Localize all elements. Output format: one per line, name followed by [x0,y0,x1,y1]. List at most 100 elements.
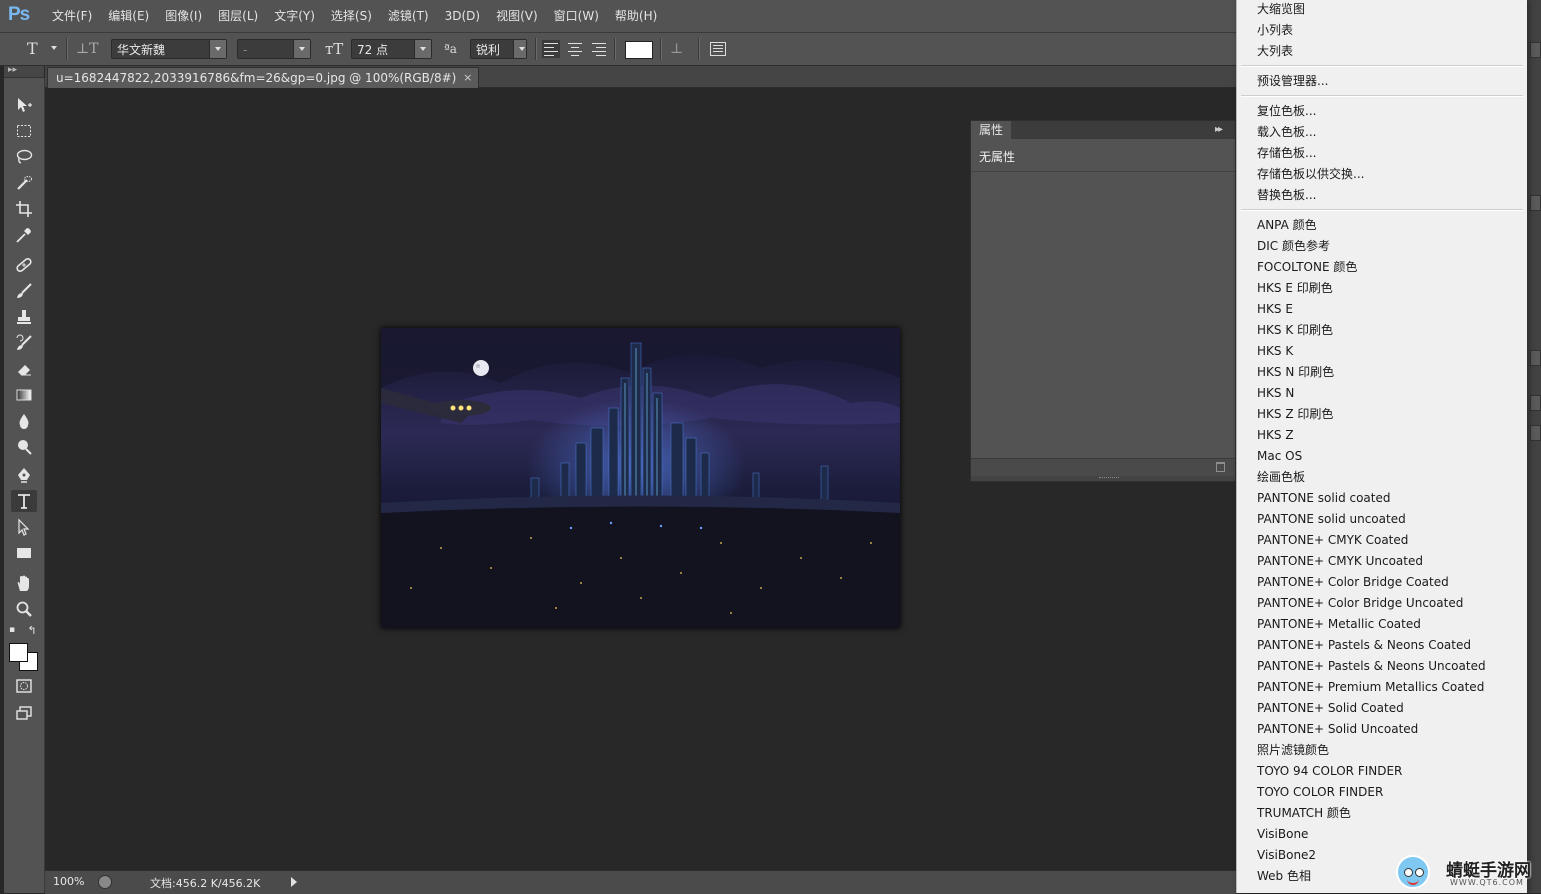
menu-3d[interactable]: 3D(D) [437,0,488,32]
menu-item-swatch-library[interactable]: PANTONE+ Premium Metallics Coated [1257,679,1484,695]
menu-item-large-thumbnail[interactable]: 大缩览图 [1257,1,1305,17]
type-tool-preset-icon[interactable]: T [27,33,38,65]
menu-item-reset-swatches[interactable]: 复位色板... [1257,103,1316,119]
eraser-tool-icon[interactable] [11,358,37,380]
type-tool-icon[interactable] [11,490,37,512]
menu-item-swatch-library[interactable]: PANTONE+ Color Bridge Uncoated [1257,595,1463,611]
dock-handle[interactable] [1530,395,1541,411]
quick-selection-tool-icon[interactable] [11,172,37,194]
dock-handle[interactable] [1530,425,1541,441]
menu-item-swatch-library[interactable]: HKS Z [1257,427,1294,443]
warp-text-icon[interactable]: ⊥ [670,33,683,65]
lasso-tool-icon[interactable] [11,146,37,168]
menu-item-swatch-library[interactable]: PANTONE+ CMYK Uncoated [1257,553,1423,569]
menu-item-swatch-library[interactable]: PANTONE+ Solid Coated [1257,700,1404,716]
pen-tool-icon[interactable] [11,464,37,486]
dodge-tool-icon[interactable] [11,436,37,458]
menu-item-swatch-library[interactable]: HKS N [1257,385,1294,401]
gradient-tool-icon[interactable] [11,384,37,406]
menu-item-save-swatches[interactable]: 存储色板... [1257,145,1316,161]
move-tool-icon[interactable] [11,94,37,116]
panel-expand-icon[interactable]: ▸▸ [1215,124,1223,135]
menu-item-swatch-library[interactable]: VisiBone [1257,826,1308,842]
dock-handle[interactable] [1530,42,1541,58]
menu-item-small-list[interactable]: 小列表 [1257,22,1293,38]
rectangle-tool-icon[interactable] [11,542,37,564]
menu-file[interactable]: 文件(F) [44,0,100,32]
align-left-button[interactable] [542,40,560,58]
blur-tool-icon[interactable] [11,410,37,432]
menu-help[interactable]: 帮助(H) [607,0,665,32]
default-colors-icon[interactable]: ▪ [6,624,18,636]
menu-item-swatch-library[interactable]: VisiBone2 [1257,847,1316,863]
resize-grip[interactable] [971,476,1235,481]
text-orientation-icon[interactable]: ⊥T [76,33,99,65]
menu-item-swatch-library[interactable]: FOCOLTONE 颜色 [1257,259,1357,275]
path-selection-tool-icon[interactable] [11,516,37,538]
dock-handle[interactable] [1530,350,1541,366]
font-family-select[interactable]: 华文新魏 [111,39,227,59]
menu-item-large-list[interactable]: 大列表 [1257,43,1293,59]
zoom-tool-icon[interactable] [11,598,37,620]
zoom-level[interactable]: 100% [53,875,84,888]
trash-icon[interactable] [1216,462,1225,472]
collapse-icon[interactable]: ▸▸ [8,65,17,75]
menu-type[interactable]: 文字(Y) [266,0,323,32]
align-right-button[interactable] [590,40,608,58]
hand-tool-icon[interactable] [11,572,37,594]
dock-handle[interactable] [1530,195,1541,211]
tab-properties[interactable]: 属性 [971,121,1012,139]
tool-preset-dropdown-icon[interactable] [51,46,57,50]
menu-item-swatch-library[interactable]: PANTONE solid uncoated [1257,511,1406,527]
menu-view[interactable]: 视图(V) [488,0,546,32]
marquee-tool-icon[interactable] [11,120,37,142]
align-center-button[interactable] [566,40,584,58]
proof-status-icon[interactable] [98,875,112,889]
menu-item-swatch-library[interactable]: HKS E [1257,301,1293,317]
character-panel-icon[interactable] [710,42,726,56]
brush-tool-icon[interactable] [11,280,37,302]
menu-item-swatch-library[interactable]: Web 色相 [1257,868,1311,884]
menu-item-swatch-library[interactable]: PANTONE+ Solid Uncoated [1257,721,1418,737]
menu-image[interactable]: 图像(I) [157,0,210,32]
document-tab[interactable]: u=1682447822,2033916786&fm=26&gp=0.jpg @… [47,67,480,88]
toolbar-header[interactable]: ▸▸ [4,65,44,78]
menu-item-replace-swatches[interactable]: 替换色板... [1257,187,1316,203]
antialias-select[interactable]: 锐利 [470,39,527,59]
menu-edit[interactable]: 编辑(E) [100,0,157,32]
menu-item-swatch-library[interactable]: PANTONE+ CMYK Coated [1257,532,1408,548]
eyedropper-tool-icon[interactable] [11,224,37,246]
document-image[interactable] [381,328,900,628]
menu-item-swatch-library[interactable]: HKS Z 印刷色 [1257,406,1333,422]
menu-layer[interactable]: 图层(L) [210,0,266,32]
swap-colors-icon[interactable]: ↰ [26,624,38,637]
menu-item-swatch-library[interactable]: PANTONE solid coated [1257,490,1391,506]
menu-item-swatch-library[interactable]: ANPA 颜色 [1257,217,1317,233]
screen-mode-icon[interactable] [11,702,37,724]
menu-item-swatch-library[interactable]: PANTONE+ Color Bridge Coated [1257,574,1449,590]
menu-item-swatch-library[interactable]: Mac OS [1257,448,1302,464]
menu-window[interactable]: 窗口(W) [546,0,607,32]
menu-item-preset-manager[interactable]: 预设管理器... [1257,73,1328,89]
menu-item-save-swatches-exchange[interactable]: 存储色板以供交换... [1257,166,1364,182]
menu-item-swatch-library[interactable]: DIC 颜色参考 [1257,238,1330,254]
foreground-color-swatch[interactable] [9,643,28,662]
menu-item-swatch-library[interactable]: HKS E 印刷色 [1257,280,1333,296]
menu-item-swatch-library[interactable]: PANTONE+ Metallic Coated [1257,616,1421,632]
menu-item-swatch-library[interactable]: HKS K [1257,343,1293,359]
menu-item-swatch-library[interactable]: 绘画色板 [1257,469,1305,485]
menu-item-swatch-library[interactable]: PANTONE+ Pastels & Neons Uncoated [1257,658,1486,674]
menu-item-swatch-library[interactable]: TOYO 94 COLOR FINDER [1257,763,1402,779]
menu-item-swatch-library[interactable]: HKS N 印刷色 [1257,364,1334,380]
menu-item-swatch-library[interactable]: TOYO COLOR FINDER [1257,784,1383,800]
quick-mask-icon[interactable] [11,675,37,697]
menu-item-load-swatches[interactable]: 载入色板... [1257,124,1316,140]
menu-filter[interactable]: 滤镜(T) [380,0,437,32]
clone-stamp-tool-icon[interactable] [11,306,37,328]
menu-select[interactable]: 选择(S) [323,0,380,32]
crop-tool-icon[interactable] [11,198,37,220]
text-color-swatch[interactable] [625,41,653,59]
menu-item-swatch-library[interactable]: HKS K 印刷色 [1257,322,1333,338]
menu-item-swatch-library[interactable]: 照片滤镜颜色 [1257,742,1329,758]
menu-item-swatch-library[interactable]: TRUMATCH 颜色 [1257,805,1351,821]
